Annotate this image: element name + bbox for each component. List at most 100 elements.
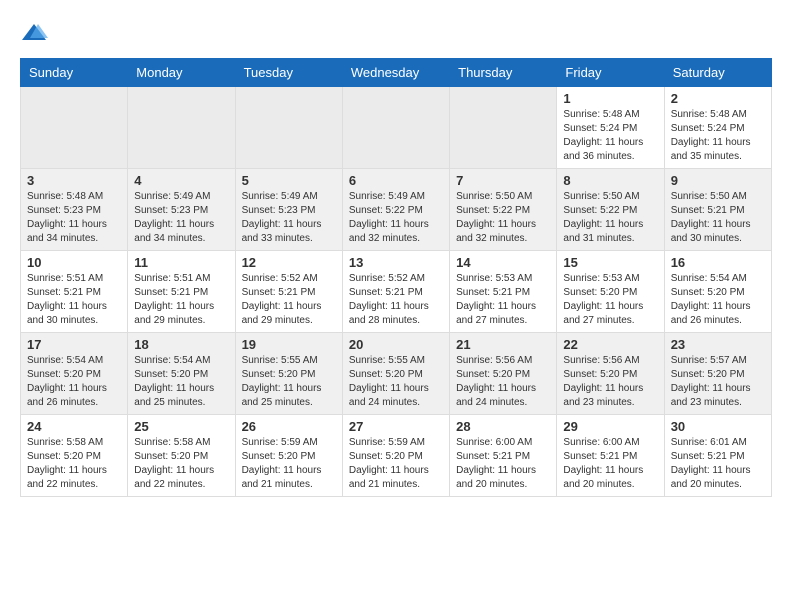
week-row-0: 1Sunrise: 5:48 AM Sunset: 5:24 PM Daylig… — [21, 87, 772, 169]
day-number: 12 — [242, 255, 336, 270]
day-cell — [235, 87, 342, 169]
day-cell — [128, 87, 235, 169]
weekday-header-friday: Friday — [557, 59, 664, 87]
day-cell: 20Sunrise: 5:55 AM Sunset: 5:20 PM Dayli… — [342, 333, 449, 415]
day-cell: 18 Sunrise: 5:54 AM Sunset: 5:20 PM Dayli… — [128, 333, 235, 415]
weekday-header-thursday: Thursday — [450, 59, 557, 87]
day-number: 30 — [671, 419, 765, 434]
day-cell: 7Sunrise: 5:50 AM Sunset: 5:22 PM Daylig… — [450, 169, 557, 251]
day-cell: 3 Sunrise: 5:48 AM Sunset: 5:23 PM Daylig… — [21, 169, 128, 251]
day-cell — [342, 87, 449, 169]
day-number: 8 — [563, 173, 657, 188]
day-number: 15 — [563, 255, 657, 270]
day-info: Sunrise: 5:48 AM Sunset: 5:23 PM Dayligh… — [27, 190, 121, 246]
day-cell: 24 Sunrise: 5:58 AM Sunset: 5:20 PM Dayli… — [21, 415, 128, 497]
day-number: 26 — [242, 419, 336, 434]
day-info: Sunrise: 5:51 AM Sunset: 5:21 PM Dayligh… — [27, 272, 121, 328]
day-number: 6 — [349, 173, 443, 188]
day-number: 28 — [456, 419, 550, 434]
day-cell: 4 Sunrise: 5:49 AM Sunset: 5:23 PM Daylig… — [128, 169, 235, 251]
day-cell: 25 Sunrise: 5:58 AM Sunset: 5:20 PM Dayli… — [128, 415, 235, 497]
day-cell: 13 Sunrise: 5:52 AM Sunset: 5:21 PM Dayli… — [342, 251, 449, 333]
day-cell: 27 Sunrise: 5:59 AM Sunset: 5:20 PM Dayli… — [342, 415, 449, 497]
day-number: 17 — [27, 337, 121, 352]
logo-icon — [20, 20, 48, 48]
week-row-3: 17 Sunrise: 5:54 AM Sunset: 5:20 PM Dayli… — [21, 333, 772, 415]
day-info: Sunrise: 5:55 AM Sunset: 5:20 PM Dayligh… — [349, 354, 443, 410]
day-cell: 21 Sunrise: 5:56 AM Sunset: 5:20 PM Dayli… — [450, 333, 557, 415]
day-cell: 16 Sunrise: 5:54 AM Sunset: 5:20 PM Dayli… — [664, 251, 771, 333]
day-number: 16 — [671, 255, 765, 270]
day-cell: 11Sunrise: 5:51 AM Sunset: 5:21 PM Dayli… — [128, 251, 235, 333]
day-info: Sunrise: 5:57 AM Sunset: 5:20 PM Dayligh… — [671, 354, 765, 410]
day-number: 10 — [27, 255, 121, 270]
day-cell: 6 Sunrise: 5:49 AM Sunset: 5:22 PM Daylig… — [342, 169, 449, 251]
day-info: Sunrise: 5:54 AM Sunset: 5:20 PM Dayligh… — [134, 354, 228, 410]
day-number: 18 — [134, 337, 228, 352]
day-number: 7 — [456, 173, 550, 188]
day-number: 24 — [27, 419, 121, 434]
day-cell: 14 Sunrise: 5:53 AM Sunset: 5:21 PM Dayli… — [450, 251, 557, 333]
day-number: 13 — [349, 255, 443, 270]
day-number: 5 — [242, 173, 336, 188]
day-info: Sunrise: 5:53 AM Sunset: 5:21 PM Dayligh… — [456, 272, 550, 328]
day-info: Sunrise: 5:52 AM Sunset: 5:21 PM Dayligh… — [242, 272, 336, 328]
weekday-header-sunday: Sunday — [21, 59, 128, 87]
day-info: Sunrise: 5:49 AM Sunset: 5:23 PM Dayligh… — [134, 190, 228, 246]
day-cell: 26 Sunrise: 5:59 AM Sunset: 5:20 PM Dayli… — [235, 415, 342, 497]
calendar: SundayMondayTuesdayWednesdayThursdayFrid… — [20, 58, 772, 497]
day-info: Sunrise: 5:49 AM Sunset: 5:23 PM Dayligh… — [242, 190, 336, 246]
day-number: 2 — [671, 91, 765, 106]
day-cell: 8Sunrise: 5:50 AM Sunset: 5:22 PM Daylig… — [557, 169, 664, 251]
week-row-1: 3 Sunrise: 5:48 AM Sunset: 5:23 PM Daylig… — [21, 169, 772, 251]
day-cell: 12 Sunrise: 5:52 AM Sunset: 5:21 PM Dayli… — [235, 251, 342, 333]
day-cell: 9 Sunrise: 5:50 AM Sunset: 5:21 PM Daylig… — [664, 169, 771, 251]
day-cell: 2 Sunrise: 5:48 AM Sunset: 5:24 PM Daylig… — [664, 87, 771, 169]
day-info: Sunrise: 6:00 AM Sunset: 5:21 PM Dayligh… — [456, 436, 550, 492]
day-cell: 5 Sunrise: 5:49 AM Sunset: 5:23 PM Daylig… — [235, 169, 342, 251]
day-cell: 23 Sunrise: 5:57 AM Sunset: 5:20 PM Dayli… — [664, 333, 771, 415]
day-number: 14 — [456, 255, 550, 270]
weekday-header-monday: Monday — [128, 59, 235, 87]
day-number: 22 — [563, 337, 657, 352]
day-cell: 19Sunrise: 5:55 AM Sunset: 5:20 PM Dayli… — [235, 333, 342, 415]
day-info: Sunrise: 5:49 AM Sunset: 5:22 PM Dayligh… — [349, 190, 443, 246]
day-info: Sunrise: 5:59 AM Sunset: 5:20 PM Dayligh… — [349, 436, 443, 492]
day-info: Sunrise: 5:58 AM Sunset: 5:20 PM Dayligh… — [134, 436, 228, 492]
week-row-2: 10 Sunrise: 5:51 AM Sunset: 5:21 PM Dayli… — [21, 251, 772, 333]
day-number: 27 — [349, 419, 443, 434]
day-cell — [450, 87, 557, 169]
week-row-4: 24 Sunrise: 5:58 AM Sunset: 5:20 PM Dayli… — [21, 415, 772, 497]
day-info: Sunrise: 5:50 AM Sunset: 5:21 PM Dayligh… — [671, 190, 765, 246]
day-cell: 10 Sunrise: 5:51 AM Sunset: 5:21 PM Dayli… — [21, 251, 128, 333]
day-number: 21 — [456, 337, 550, 352]
day-cell: 17 Sunrise: 5:54 AM Sunset: 5:20 PM Dayli… — [21, 333, 128, 415]
day-number: 3 — [27, 173, 121, 188]
logo — [20, 20, 52, 48]
day-number: 25 — [134, 419, 228, 434]
day-info: Sunrise: 5:52 AM Sunset: 5:21 PM Dayligh… — [349, 272, 443, 328]
day-info: Sunrise: 5:59 AM Sunset: 5:20 PM Dayligh… — [242, 436, 336, 492]
day-info: Sunrise: 5:56 AM Sunset: 5:20 PM Dayligh… — [456, 354, 550, 410]
weekday-header-wednesday: Wednesday — [342, 59, 449, 87]
page: SundayMondayTuesdayWednesdayThursdayFrid… — [0, 0, 792, 507]
day-info: Sunrise: 5:54 AM Sunset: 5:20 PM Dayligh… — [27, 354, 121, 410]
day-number: 19 — [242, 337, 336, 352]
day-info: Sunrise: 5:48 AM Sunset: 5:24 PM Dayligh… — [671, 108, 765, 164]
weekday-header-saturday: Saturday — [664, 59, 771, 87]
day-cell: 28 Sunrise: 6:00 AM Sunset: 5:21 PM Dayli… — [450, 415, 557, 497]
day-info: Sunrise: 5:58 AM Sunset: 5:20 PM Dayligh… — [27, 436, 121, 492]
day-number: 23 — [671, 337, 765, 352]
day-number: 4 — [134, 173, 228, 188]
day-cell: 1Sunrise: 5:48 AM Sunset: 5:24 PM Daylig… — [557, 87, 664, 169]
weekday-header-row: SundayMondayTuesdayWednesdayThursdayFrid… — [21, 59, 772, 87]
day-info: Sunrise: 5:48 AM Sunset: 5:24 PM Dayligh… — [563, 108, 657, 164]
day-cell: 15 Sunrise: 5:53 AM Sunset: 5:20 PM Dayli… — [557, 251, 664, 333]
day-info: Sunrise: 6:01 AM Sunset: 5:21 PM Dayligh… — [671, 436, 765, 492]
day-info: Sunrise: 5:53 AM Sunset: 5:20 PM Dayligh… — [563, 272, 657, 328]
day-cell — [21, 87, 128, 169]
day-info: Sunrise: 5:54 AM Sunset: 5:20 PM Dayligh… — [671, 272, 765, 328]
day-info: Sunrise: 5:51 AM Sunset: 5:21 PM Dayligh… — [134, 272, 228, 328]
day-number: 9 — [671, 173, 765, 188]
header — [20, 20, 772, 48]
